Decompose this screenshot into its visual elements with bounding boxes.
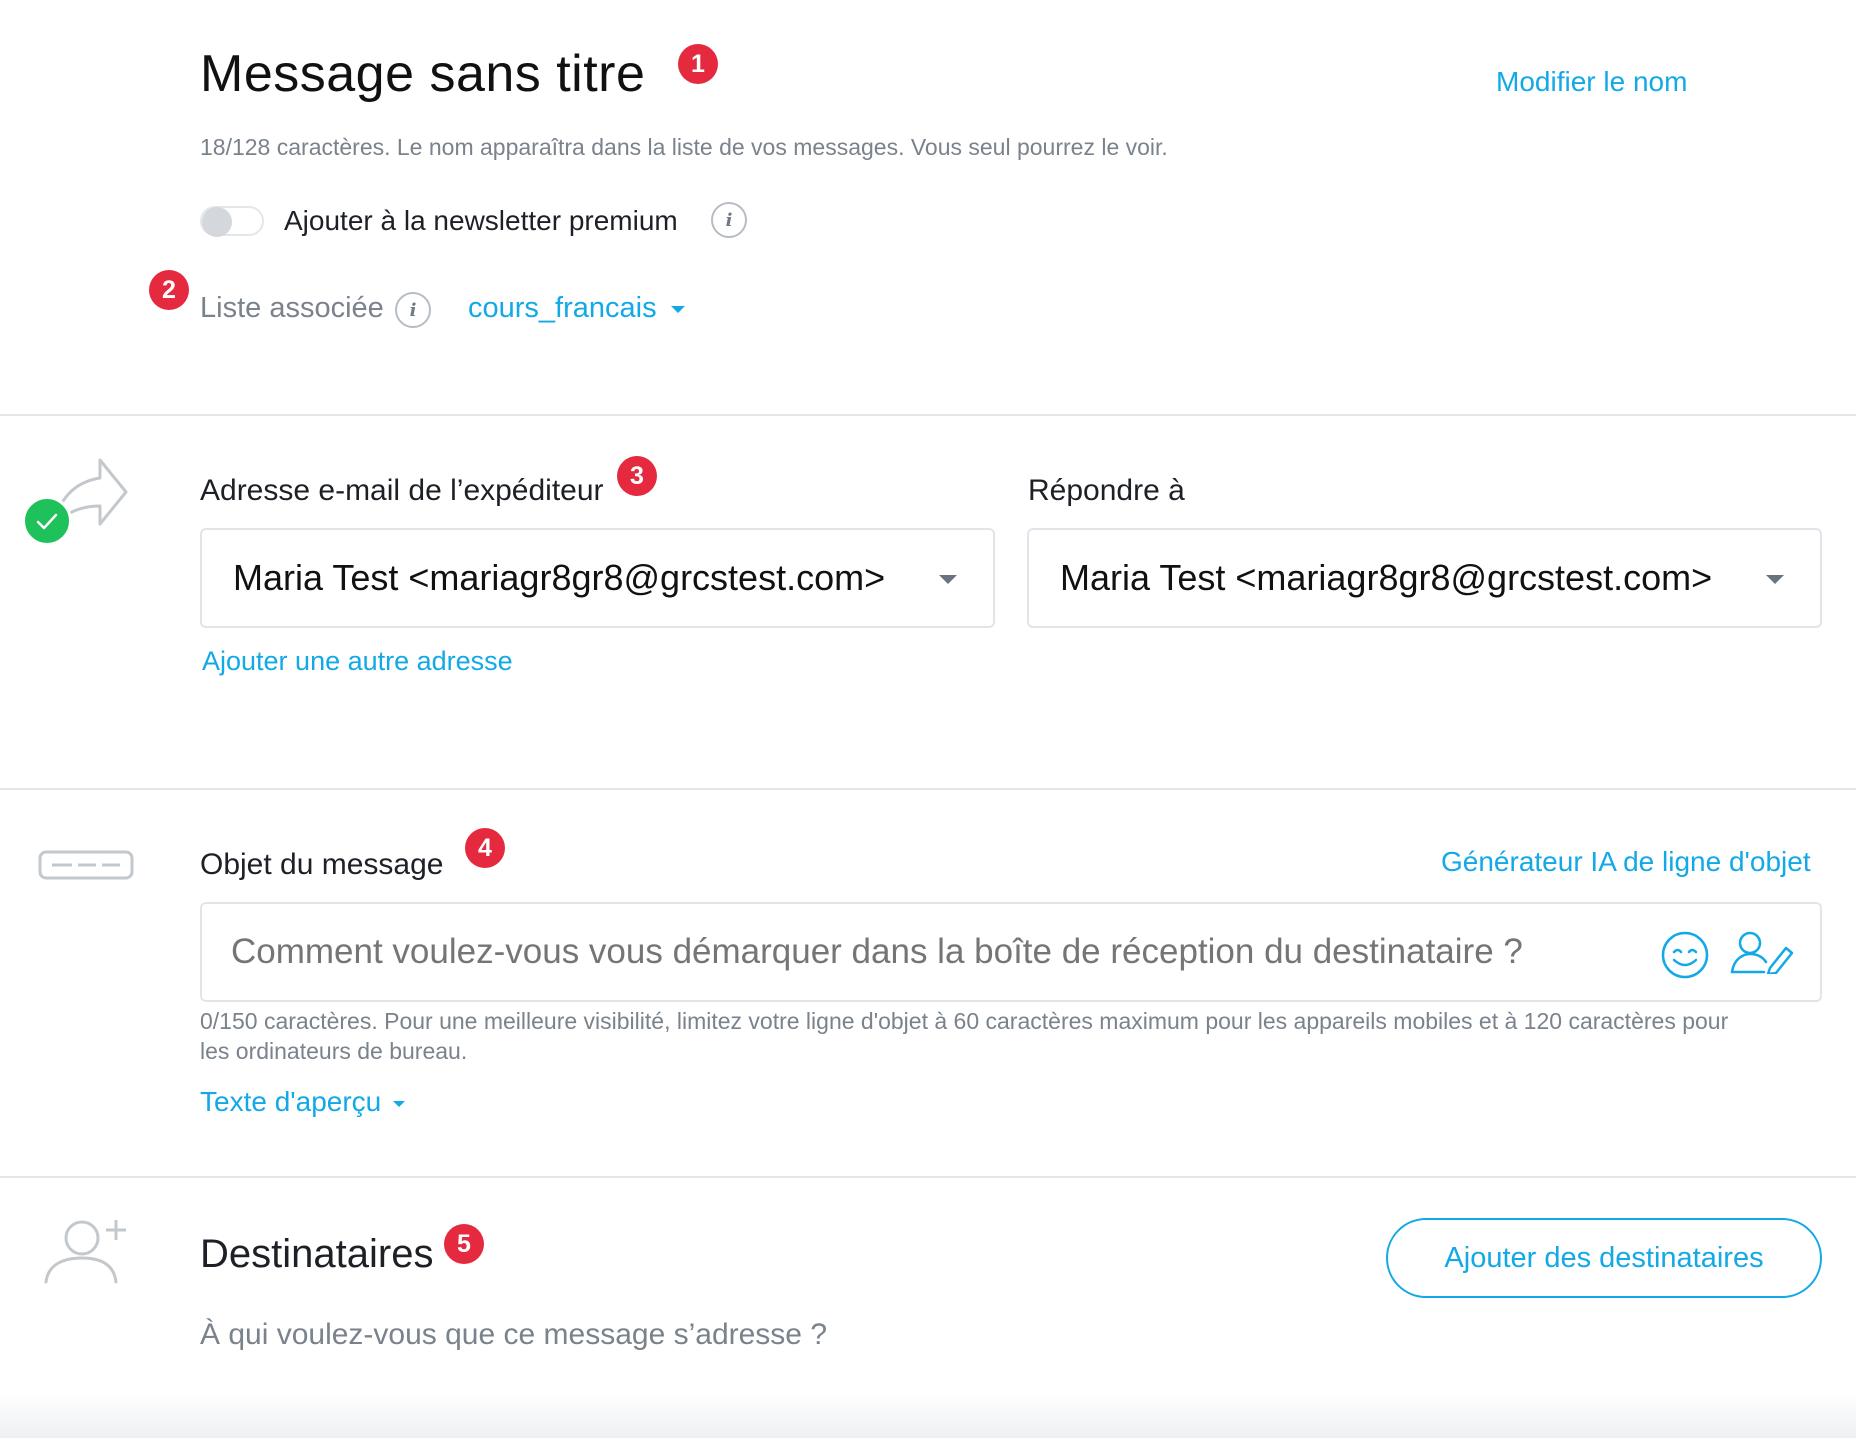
- step-badge-4: 4: [465, 828, 505, 868]
- section-divider: [0, 414, 1856, 416]
- preview-text-toggle[interactable]: Texte d'aperçu: [200, 1086, 406, 1118]
- preview-text-label: Texte d'aperçu: [200, 1086, 382, 1117]
- page-title: Message sans titre: [200, 45, 646, 103]
- step-badge-1: 1: [678, 44, 718, 84]
- recipients-title: Destinataires: [200, 1232, 434, 1276]
- chevron-down-icon: [393, 1100, 406, 1107]
- sender-select-value: Maria Test <mariagr8gr8@grcstest.com>: [233, 557, 886, 598]
- sender-select[interactable]: Maria Test <mariagr8gr8@grcstest.com>: [200, 528, 995, 628]
- sender-label: Adresse e-mail de l’expéditeur: [200, 474, 604, 507]
- section-divider: [0, 788, 1856, 790]
- add-user-icon: [44, 1220, 126, 1284]
- subject-label: Objet du message: [200, 848, 444, 881]
- personalize-icon[interactable]: [1730, 930, 1794, 974]
- subject-text-field[interactable]: [231, 924, 1611, 980]
- step-badge-3: 3: [617, 456, 657, 496]
- recipients-subtitle: À qui voulez-vous que ce message s’adres…: [200, 1318, 828, 1351]
- step-badge-2: 2: [149, 270, 189, 310]
- chevron-down-icon: [939, 575, 957, 584]
- emoji-icon[interactable]: [1660, 930, 1710, 980]
- subject-line-icon: [38, 850, 134, 880]
- step-badge-5: 5: [444, 1224, 484, 1264]
- reply-to-label: Répondre à: [1028, 474, 1185, 507]
- subject-char-hint: 0/150 caractères. Pour une meilleure vis…: [200, 1008, 1729, 1064]
- subject-input[interactable]: [200, 902, 1822, 1002]
- add-recipients-button[interactable]: Ajouter des destinataires: [1386, 1218, 1822, 1298]
- verified-check-icon: [22, 496, 72, 546]
- newsletter-toggle[interactable]: [200, 206, 264, 237]
- list-select-value: cours_francais: [468, 292, 657, 324]
- check-icon: [36, 513, 58, 530]
- toggle-knob: [202, 207, 232, 237]
- newsletter-toggle-label: Ajouter à la newsletter premium: [284, 205, 678, 236]
- ai-subject-generator-link[interactable]: Générateur IA de ligne d'objet: [1441, 846, 1811, 878]
- rename-link[interactable]: Modifier le nom: [1496, 66, 1687, 98]
- title-char-hint: 18/128 caractères. Le nom apparaîtra dan…: [200, 134, 1168, 160]
- list-select[interactable]: cours_francais: [468, 292, 685, 325]
- info-icon[interactable]: i: [711, 202, 747, 238]
- add-address-link[interactable]: Ajouter une autre adresse: [202, 646, 513, 677]
- add-recipients-button-label: Ajouter des destinataires: [1444, 1241, 1764, 1274]
- section-divider: [0, 1176, 1856, 1178]
- info-icon[interactable]: i: [395, 292, 431, 328]
- list-label: Liste associée: [200, 292, 384, 324]
- reply-to-select-value: Maria Test <mariagr8gr8@grcstest.com>: [1060, 557, 1713, 598]
- chevron-down-icon: [1766, 575, 1784, 584]
- chevron-down-icon: [670, 305, 685, 313]
- reply-to-select[interactable]: Maria Test <mariagr8gr8@grcstest.com>: [1027, 528, 1822, 628]
- bottom-fade: [0, 1392, 1856, 1438]
